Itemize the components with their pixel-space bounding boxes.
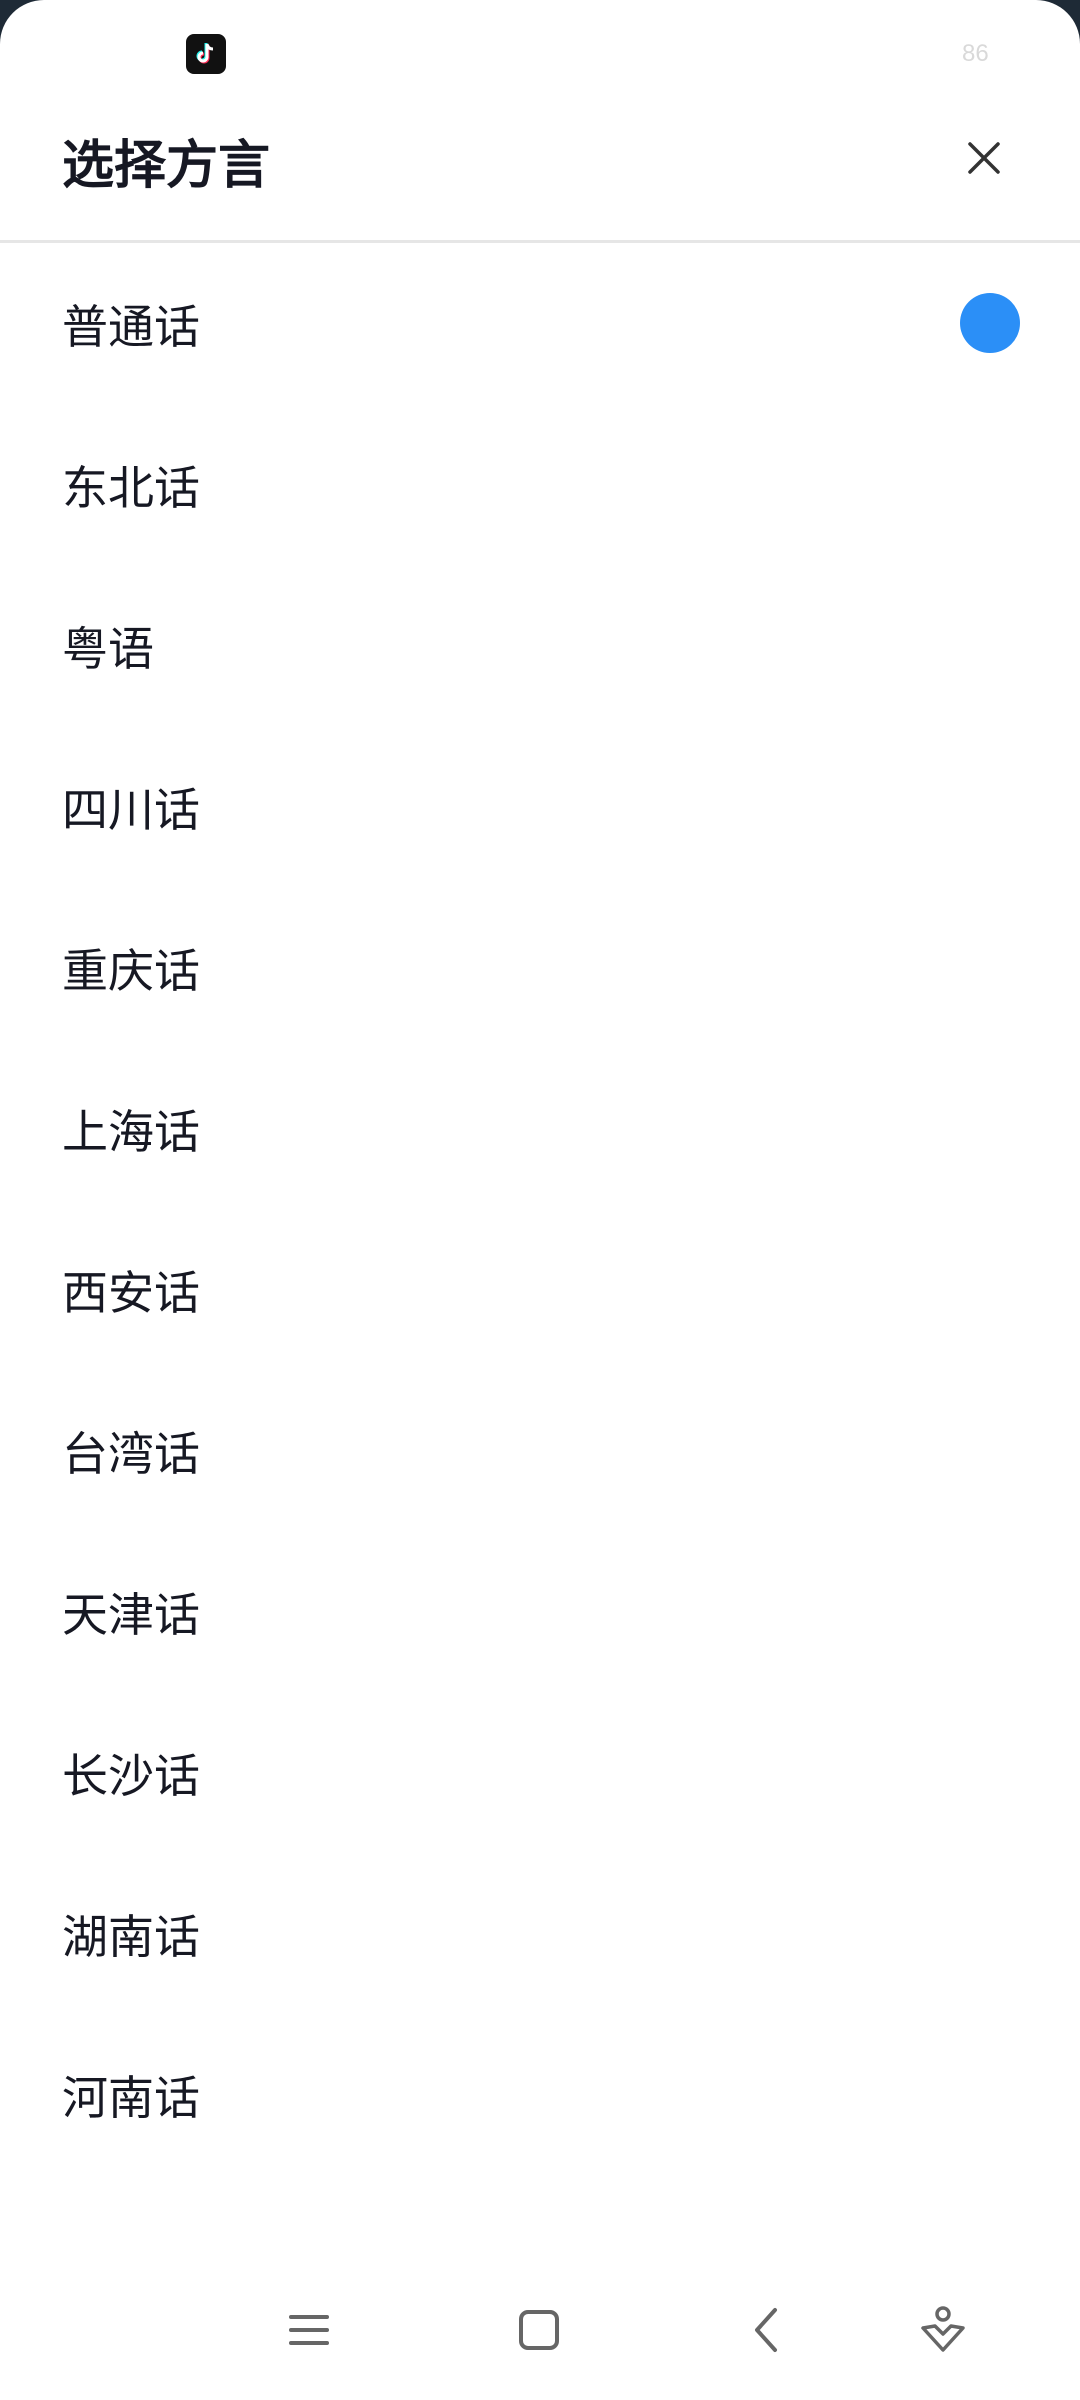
dialect-list: 普通话 东北话 粤语 四川话 重庆话 上海话 西安话 台湾话 天津话 长沙话 湖…	[0, 243, 1080, 2175]
dialect-item-putonghua[interactable]: 普通话	[0, 243, 1080, 404]
assistant-button[interactable]	[903, 2290, 983, 2370]
dialect-label: 湖南话	[62, 1909, 200, 1964]
dialect-item-dongbei[interactable]: 东北话	[0, 404, 1080, 565]
home-icon	[519, 2310, 559, 2350]
battery-level: 86	[962, 40, 989, 67]
dialect-label: 重庆话	[62, 943, 200, 998]
back-button[interactable]	[729, 2290, 809, 2370]
dialect-label: 河南话	[62, 2070, 200, 2125]
dialect-item-sichuan[interactable]: 四川话	[0, 726, 1080, 887]
system-nav-bar	[0, 2270, 1080, 2400]
sheet-header: 选择方言	[0, 110, 1080, 243]
menu-button[interactable]	[269, 2290, 349, 2370]
dialect-label: 普通话	[62, 299, 200, 354]
close-icon	[968, 142, 1000, 174]
dialect-label: 粤语	[62, 621, 154, 676]
dialect-item-chongqing[interactable]: 重庆话	[0, 887, 1080, 1048]
dialect-item-xian[interactable]: 西安话	[0, 1209, 1080, 1370]
menu-icon	[289, 2315, 329, 2345]
close-button[interactable]	[954, 128, 1014, 188]
dialect-label: 东北话	[62, 460, 200, 515]
page-title: 选择方言	[62, 136, 271, 196]
dialect-item-shanghai[interactable]: 上海话	[0, 1048, 1080, 1209]
dialect-item-cantonese[interactable]: 粤语	[0, 565, 1080, 726]
dialect-label: 上海话	[62, 1104, 200, 1159]
home-button[interactable]	[499, 2290, 579, 2370]
dialect-item-taiwan[interactable]: 台湾话	[0, 1370, 1080, 1531]
dialect-label: 四川话	[62, 782, 200, 837]
dialect-item-henan[interactable]: 河南话	[0, 2014, 1080, 2175]
dialect-label: 长沙话	[62, 1748, 200, 1803]
dialect-label: 台湾话	[62, 1426, 200, 1481]
assistant-icon	[921, 2306, 965, 2352]
dialect-label: 天津话	[62, 1587, 200, 1642]
back-icon	[755, 2308, 777, 2352]
dialect-sheet: 86 选择方言 普通话 东北话 粤语 四川话 重庆话 上海话 西安话 台湾话 天…	[0, 0, 1080, 2400]
dialect-item-tianjin[interactable]: 天津话	[0, 1531, 1080, 1692]
dialect-label: 西安话	[62, 1265, 200, 1320]
selected-radio-indicator	[960, 293, 1020, 353]
status-bar: 86	[0, 0, 1080, 110]
tiktok-icon	[186, 34, 226, 74]
dialect-item-changsha[interactable]: 长沙话	[0, 1692, 1080, 1853]
dialect-item-hunan[interactable]: 湖南话	[0, 1853, 1080, 2014]
